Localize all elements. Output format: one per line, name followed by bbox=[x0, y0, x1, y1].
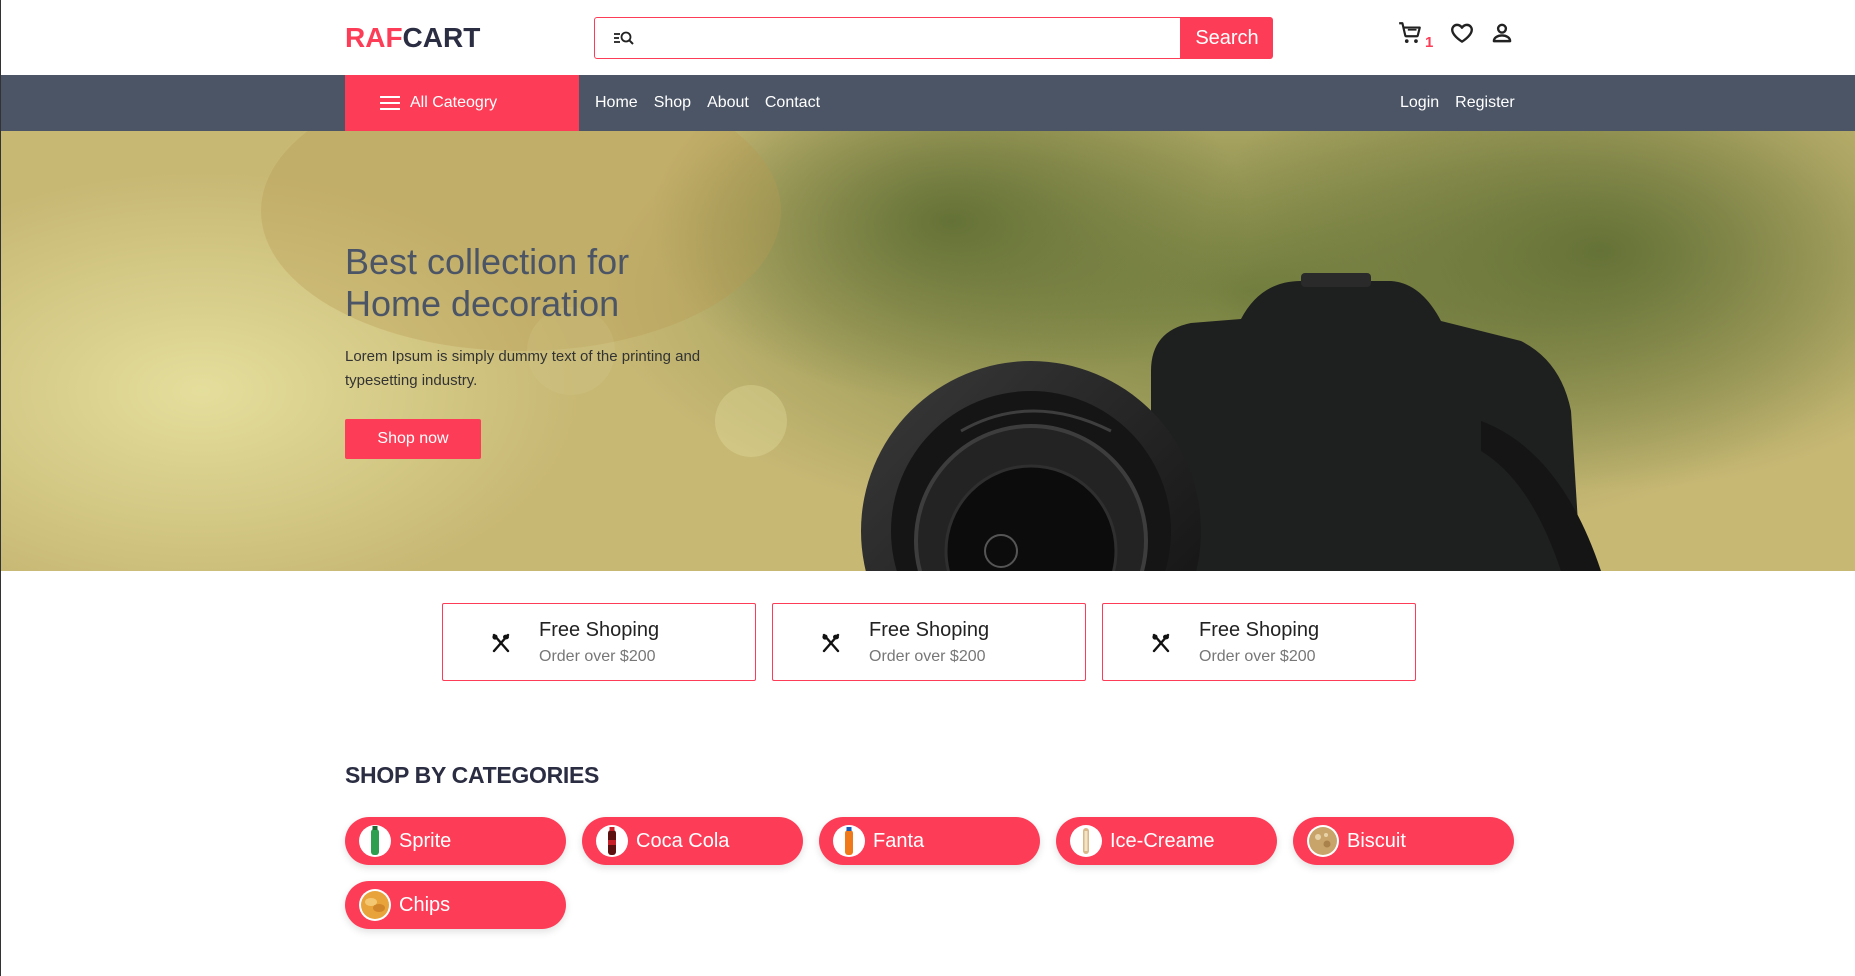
category-sprite[interactable]: Sprite bbox=[345, 817, 566, 865]
nav-links: Home Shop About Contact bbox=[595, 75, 820, 131]
category-label: Biscuit bbox=[1347, 829, 1406, 852]
feature-card: Free Shoping Order over $200 bbox=[442, 603, 756, 681]
site-header: RAFCART Search 1 bbox=[1, 0, 1855, 75]
feature-card: Free Shoping Order over $200 bbox=[1102, 603, 1416, 681]
hero-banner: Best collection for Home decoration Lore… bbox=[1, 131, 1855, 571]
chips-icon bbox=[359, 889, 391, 921]
register-link[interactable]: Register bbox=[1455, 94, 1515, 112]
menu-icon bbox=[380, 96, 400, 110]
category-label: Coca Cola bbox=[636, 829, 730, 852]
all-category-button[interactable]: All Cateogry bbox=[345, 75, 579, 131]
feature-subtitle: Order over $200 bbox=[539, 648, 656, 665]
login-link[interactable]: Login bbox=[1400, 94, 1439, 112]
feature-subtitle: Order over $200 bbox=[869, 648, 986, 665]
main-navigation: All Cateogry Home Shop About Contact Log… bbox=[1, 75, 1855, 131]
hero-camera-image bbox=[1, 131, 1855, 571]
heart-icon[interactable] bbox=[1449, 20, 1475, 46]
feature-title: Free Shoping bbox=[869, 619, 990, 641]
user-icon[interactable] bbox=[1489, 20, 1515, 46]
bottle-icon bbox=[596, 825, 628, 857]
feature-card: Free Shoping Order over $200 bbox=[772, 603, 1086, 681]
bottle-icon bbox=[833, 825, 865, 857]
ice-cream-icon bbox=[1070, 825, 1102, 857]
hero-title-line2: Home decoration bbox=[345, 283, 620, 325]
cart-icon[interactable] bbox=[1397, 20, 1423, 46]
hero-title-line1: Best collection for bbox=[345, 241, 630, 282]
hero-title: Best collection for Home decoration bbox=[345, 241, 765, 325]
nav-link-contact[interactable]: Contact bbox=[765, 94, 820, 112]
category-fanta[interactable]: Fanta bbox=[819, 817, 1040, 865]
feature-title: Free Shoping bbox=[1199, 619, 1320, 641]
cutlery-icon bbox=[492, 633, 510, 653]
category-label: Fanta bbox=[873, 829, 925, 852]
brand-logo-part1: RAF bbox=[345, 22, 403, 53]
cutlery-icon bbox=[822, 633, 840, 653]
nav-link-home[interactable]: Home bbox=[595, 94, 638, 112]
category-label: Chips bbox=[399, 893, 451, 916]
bottle-icon bbox=[359, 825, 391, 857]
feature-subtitle: Order over $200 bbox=[1199, 648, 1316, 665]
shop-now-button[interactable]: Shop now bbox=[345, 419, 481, 459]
nav-link-shop[interactable]: Shop bbox=[654, 94, 691, 112]
category-label: Sprite bbox=[399, 829, 452, 852]
search-icon bbox=[614, 31, 634, 45]
feature-title: Free Shoping bbox=[539, 619, 660, 641]
category-ice-creame[interactable]: Ice-Creame bbox=[1056, 817, 1277, 865]
category-chips[interactable]: Chips bbox=[345, 881, 566, 929]
cart-count-badge: 1 bbox=[1425, 34, 1434, 51]
search-input[interactable] bbox=[595, 18, 1180, 58]
categories-heading: SHOP BY CATEGORIES bbox=[345, 762, 600, 788]
auth-links: Login Register bbox=[1400, 75, 1515, 131]
search-button[interactable]: Search bbox=[1181, 17, 1273, 59]
brand-logo[interactable]: RAFCART bbox=[345, 22, 480, 54]
category-biscuit[interactable]: Biscuit bbox=[1293, 817, 1514, 865]
brand-logo-part2: CART bbox=[402, 22, 481, 53]
hero-text: Best collection for Home decoration Lore… bbox=[345, 241, 765, 393]
cutlery-icon bbox=[1152, 633, 1170, 653]
search-field[interactable] bbox=[594, 17, 1181, 59]
category-coca-cola[interactable]: Coca Cola bbox=[582, 817, 803, 865]
all-category-label: All Cateogry bbox=[410, 94, 498, 111]
category-label: Ice-Creame bbox=[1110, 829, 1215, 852]
biscuit-icon bbox=[1307, 825, 1339, 857]
hero-subtitle: Lorem Ipsum is simply dummy text of the … bbox=[345, 348, 701, 390]
nav-link-about[interactable]: About bbox=[707, 94, 749, 112]
